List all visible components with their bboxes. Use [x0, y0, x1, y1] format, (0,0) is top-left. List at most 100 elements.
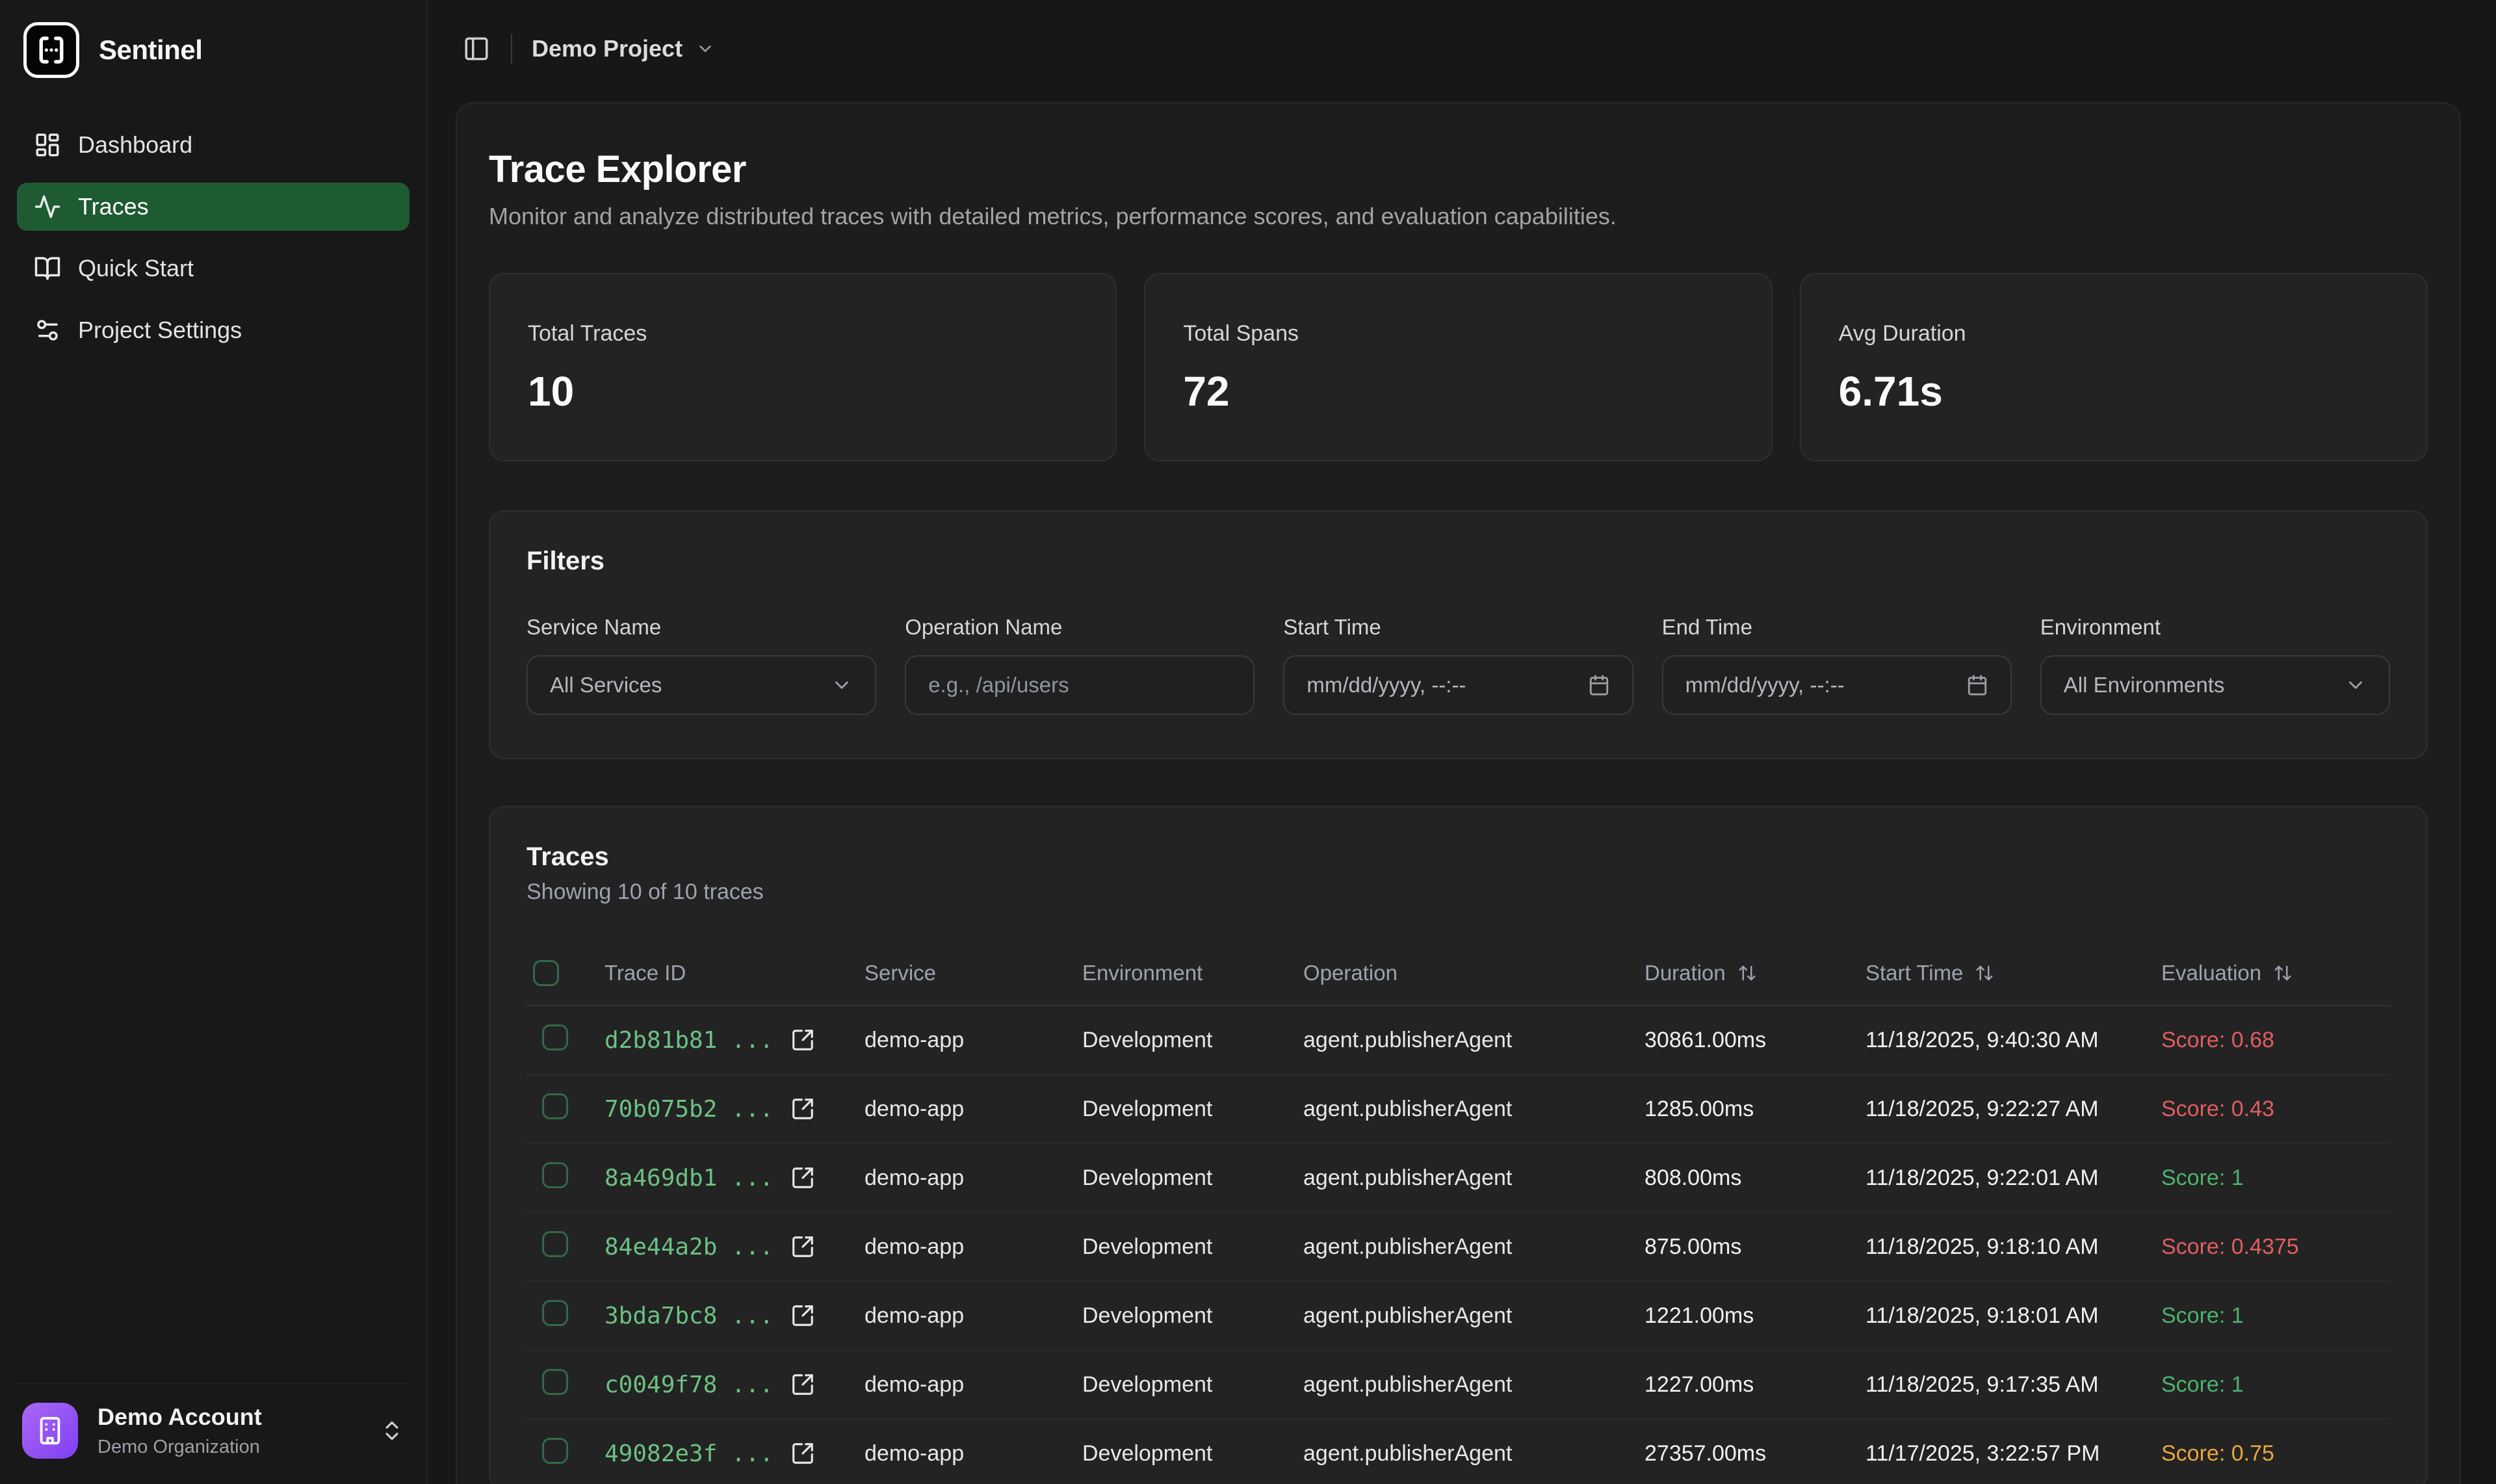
column-header-duration[interactable]: Duration: [1629, 961, 1850, 985]
trace-id-link[interactable]: d2b81b81 ...: [604, 1027, 774, 1054]
book-open-icon: [34, 255, 61, 282]
sidebar-toggle-button[interactable]: [458, 30, 495, 68]
row-checkbox[interactable]: [542, 1369, 568, 1395]
select-all-checkbox[interactable]: [533, 960, 559, 986]
stat-label: Total Spans: [1183, 321, 1733, 346]
duration-cell: 875.00ms: [1629, 1234, 1850, 1260]
row-checkbox[interactable]: [542, 1438, 568, 1464]
trace-id-link[interactable]: 3bda7bc8 ...: [604, 1303, 774, 1329]
sidebar-item-label: Quick Start: [78, 255, 194, 282]
filters-title: Filters: [526, 547, 2390, 576]
traces-table-header: Trace ID Service Environment Operation D…: [526, 941, 2390, 1006]
project-name: Demo Project: [532, 35, 682, 62]
column-header-evaluation[interactable]: Evaluation: [2146, 961, 2390, 985]
trace-id-link[interactable]: 49082e3f ...: [604, 1440, 774, 1467]
external-link-icon[interactable]: [790, 1097, 815, 1121]
evaluation-score-link[interactable]: Score: 1: [2161, 1372, 2244, 1397]
filter-end-time: End Time mm/dd/yyyy, --:--: [1662, 615, 2012, 715]
external-link-icon[interactable]: [790, 1028, 815, 1052]
sort-icon: [1737, 963, 1757, 983]
sidebar-item-label: Traces: [78, 193, 149, 220]
sort-icon: [2273, 963, 2293, 983]
evaluation-score-link[interactable]: Score: 0.75: [2161, 1441, 2274, 1466]
account-switcher[interactable]: Demo Account Demo Organization: [17, 1403, 410, 1459]
evaluation-score-link[interactable]: Score: 0.68: [2161, 1028, 2274, 1052]
activity-icon: [34, 193, 61, 220]
duration-cell: 1221.00ms: [1629, 1303, 1850, 1329]
sidebar-item-project-settings[interactable]: Project Settings: [17, 306, 410, 354]
trace-id-link[interactable]: 70b075b2 ...: [604, 1096, 774, 1123]
stat-value: 6.71s: [1839, 367, 2389, 415]
table-row: c0049f78 ... demo-app Development agent.…: [526, 1351, 2390, 1420]
sidebar-item-label: Dashboard: [78, 131, 192, 159]
sidebar-item-quick-start[interactable]: Quick Start: [17, 244, 410, 293]
filter-label: Service Name: [526, 615, 876, 640]
filter-service-name: Service Name All Services: [526, 615, 876, 715]
environment-select[interactable]: All Environments: [2040, 655, 2390, 715]
settings-icon: [34, 317, 61, 344]
account-name: Demo Account: [98, 1403, 262, 1431]
filter-start-time: Start Time mm/dd/yyyy, --:--: [1283, 615, 1633, 715]
start-time-input[interactable]: mm/dd/yyyy, --:--: [1283, 655, 1633, 715]
row-checkbox[interactable]: [542, 1231, 568, 1257]
service-select[interactable]: All Services: [526, 655, 876, 715]
operation-cell: agent.publisherAgent: [1288, 1097, 1629, 1122]
table-row: 3bda7bc8 ... demo-app Development agent.…: [526, 1282, 2390, 1351]
row-checkbox[interactable]: [542, 1162, 568, 1188]
duration-cell: 1285.00ms: [1629, 1097, 1850, 1122]
service-cell: demo-app: [849, 1028, 1067, 1053]
row-checkbox[interactable]: [542, 1093, 568, 1119]
traces-summary: Showing 10 of 10 traces: [526, 879, 2390, 905]
evaluation-score-link[interactable]: Score: 0.4375: [2161, 1234, 2299, 1259]
calendar-icon: [1966, 674, 1988, 696]
operation-cell: agent.publisherAgent: [1288, 1028, 1629, 1053]
environment-cell: Development: [1067, 1303, 1288, 1329]
stat-card-total-spans: Total Spans 72: [1144, 273, 1772, 462]
operation-cell: agent.publisherAgent: [1288, 1441, 1629, 1466]
external-link-icon[interactable]: [790, 1303, 815, 1328]
duration-cell: 808.00ms: [1629, 1165, 1850, 1191]
table-row: d2b81b81 ... demo-app Development agent.…: [526, 1006, 2390, 1075]
stat-value: 72: [1183, 367, 1733, 415]
operation-name-input[interactable]: [905, 655, 1254, 715]
project-selector[interactable]: Demo Project: [532, 35, 715, 62]
main-panel: Trace Explorer Monitor and analyze distr…: [456, 102, 2461, 1484]
trace-id-link[interactable]: 84e44a2b ...: [604, 1234, 774, 1260]
evaluation-score-link[interactable]: Score: 1: [2161, 1303, 2244, 1328]
row-checkbox[interactable]: [542, 1024, 568, 1050]
chevron-down-icon: [831, 674, 853, 696]
trace-id-link[interactable]: 8a469db1 ...: [604, 1165, 774, 1191]
external-link-icon[interactable]: [790, 1441, 815, 1466]
evaluation-score-link[interactable]: Score: 1: [2161, 1165, 2244, 1190]
traces-table: Trace ID Service Environment Operation D…: [526, 941, 2390, 1484]
service-cell: demo-app: [849, 1441, 1067, 1466]
external-link-icon[interactable]: [790, 1165, 815, 1190]
column-header-start-time[interactable]: Start Time: [1850, 961, 2146, 985]
service-cell: demo-app: [849, 1097, 1067, 1122]
start-time-cell: 11/18/2025, 9:17:35 AM: [1850, 1372, 2146, 1398]
evaluation-score-link[interactable]: Score: 0.43: [2161, 1097, 2274, 1121]
trace-id-link[interactable]: c0049f78 ...: [604, 1372, 774, 1398]
app-root: Sentinel Dashboard Traces: [0, 0, 2496, 1484]
column-header-environment: Environment: [1067, 961, 1288, 985]
traces-title: Traces: [526, 842, 2390, 872]
sidebar-item-dashboard[interactable]: Dashboard: [17, 121, 410, 169]
external-link-icon[interactable]: [790, 1234, 815, 1259]
duration-cell: 27357.00ms: [1629, 1441, 1850, 1466]
stat-card-total-traces: Total Traces 10: [489, 273, 1117, 462]
chevron-down-icon: [2345, 674, 2367, 696]
chevron-down-icon: [696, 39, 715, 59]
row-checkbox[interactable]: [542, 1300, 568, 1326]
stat-card-avg-duration: Avg Duration 6.71s: [1800, 273, 2428, 462]
filter-operation-name: Operation Name: [905, 615, 1254, 715]
sidebar-item-traces[interactable]: Traces: [17, 183, 410, 231]
topbar-divider: [511, 34, 512, 64]
start-time-cell: 11/17/2025, 3:22:57 PM: [1850, 1441, 2146, 1466]
calendar-icon: [1588, 674, 1610, 696]
column-header-service: Service: [849, 961, 1067, 985]
end-time-input[interactable]: mm/dd/yyyy, --:--: [1662, 655, 2012, 715]
sort-icon: [1975, 963, 1994, 983]
operation-cell: agent.publisherAgent: [1288, 1372, 1629, 1398]
service-cell: demo-app: [849, 1372, 1067, 1398]
external-link-icon[interactable]: [790, 1372, 815, 1397]
